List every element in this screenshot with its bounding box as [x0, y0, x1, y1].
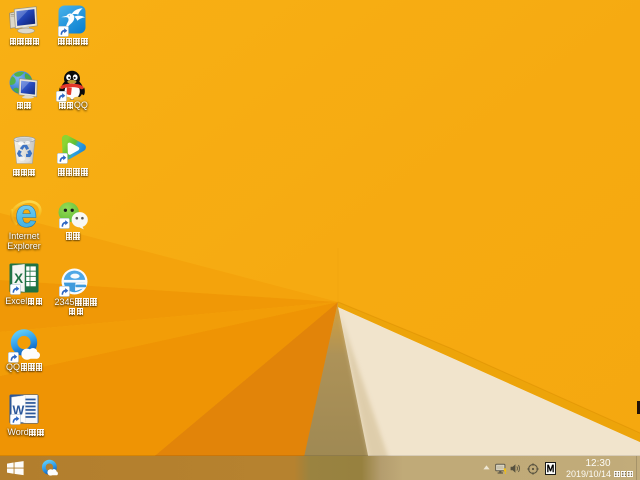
- svg-text:e: e: [15, 192, 37, 235]
